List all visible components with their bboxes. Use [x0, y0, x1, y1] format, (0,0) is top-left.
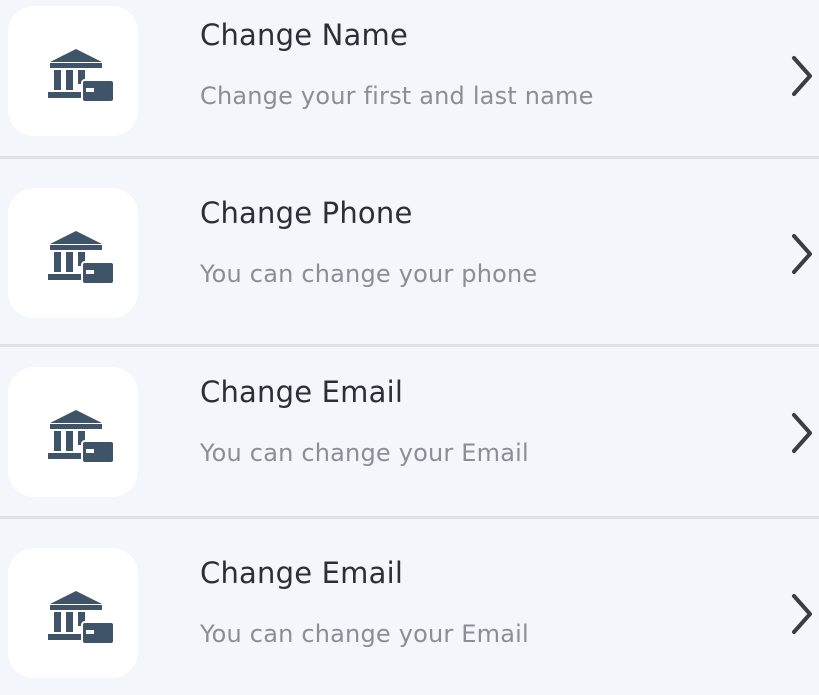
item-subtitle: Change your first and last name: [200, 82, 594, 110]
icon-tile: [8, 188, 138, 318]
divider: [0, 344, 819, 347]
bank-card-icon: [48, 410, 115, 464]
item-subtitle: You can change your Email: [200, 620, 529, 648]
settings-item-change-name[interactable]: Change Name Change your first and last n…: [0, 0, 819, 150]
chevron-right-icon: [792, 594, 812, 634]
settings-item-change-phone[interactable]: Change Phone You can change your phone: [0, 178, 819, 328]
settings-item-change-email[interactable]: Change Email You can change your Email: [0, 357, 819, 507]
item-title: Change Phone: [200, 196, 413, 230]
chevron-right-icon: [792, 413, 812, 453]
bank-card-icon: [48, 49, 115, 103]
icon-tile: [8, 6, 138, 136]
bank-card-icon: [48, 231, 115, 285]
item-subtitle: You can change your Email: [200, 439, 529, 467]
item-title: Change Email: [200, 375, 404, 409]
icon-tile: [8, 367, 138, 497]
bank-card-icon: [48, 591, 115, 645]
settings-list: Change Name Change your first and last n…: [0, 0, 819, 695]
chevron-right-icon: [792, 56, 812, 96]
divider: [0, 156, 819, 159]
divider: [0, 516, 819, 519]
icon-tile: [8, 548, 138, 678]
chevron-right-icon: [792, 234, 812, 274]
item-title: Change Name: [200, 18, 409, 52]
item-subtitle: You can change your phone: [200, 260, 538, 288]
item-title: Change Email: [200, 556, 404, 590]
settings-item-change-email-2[interactable]: Change Email You can change your Email: [0, 538, 819, 688]
